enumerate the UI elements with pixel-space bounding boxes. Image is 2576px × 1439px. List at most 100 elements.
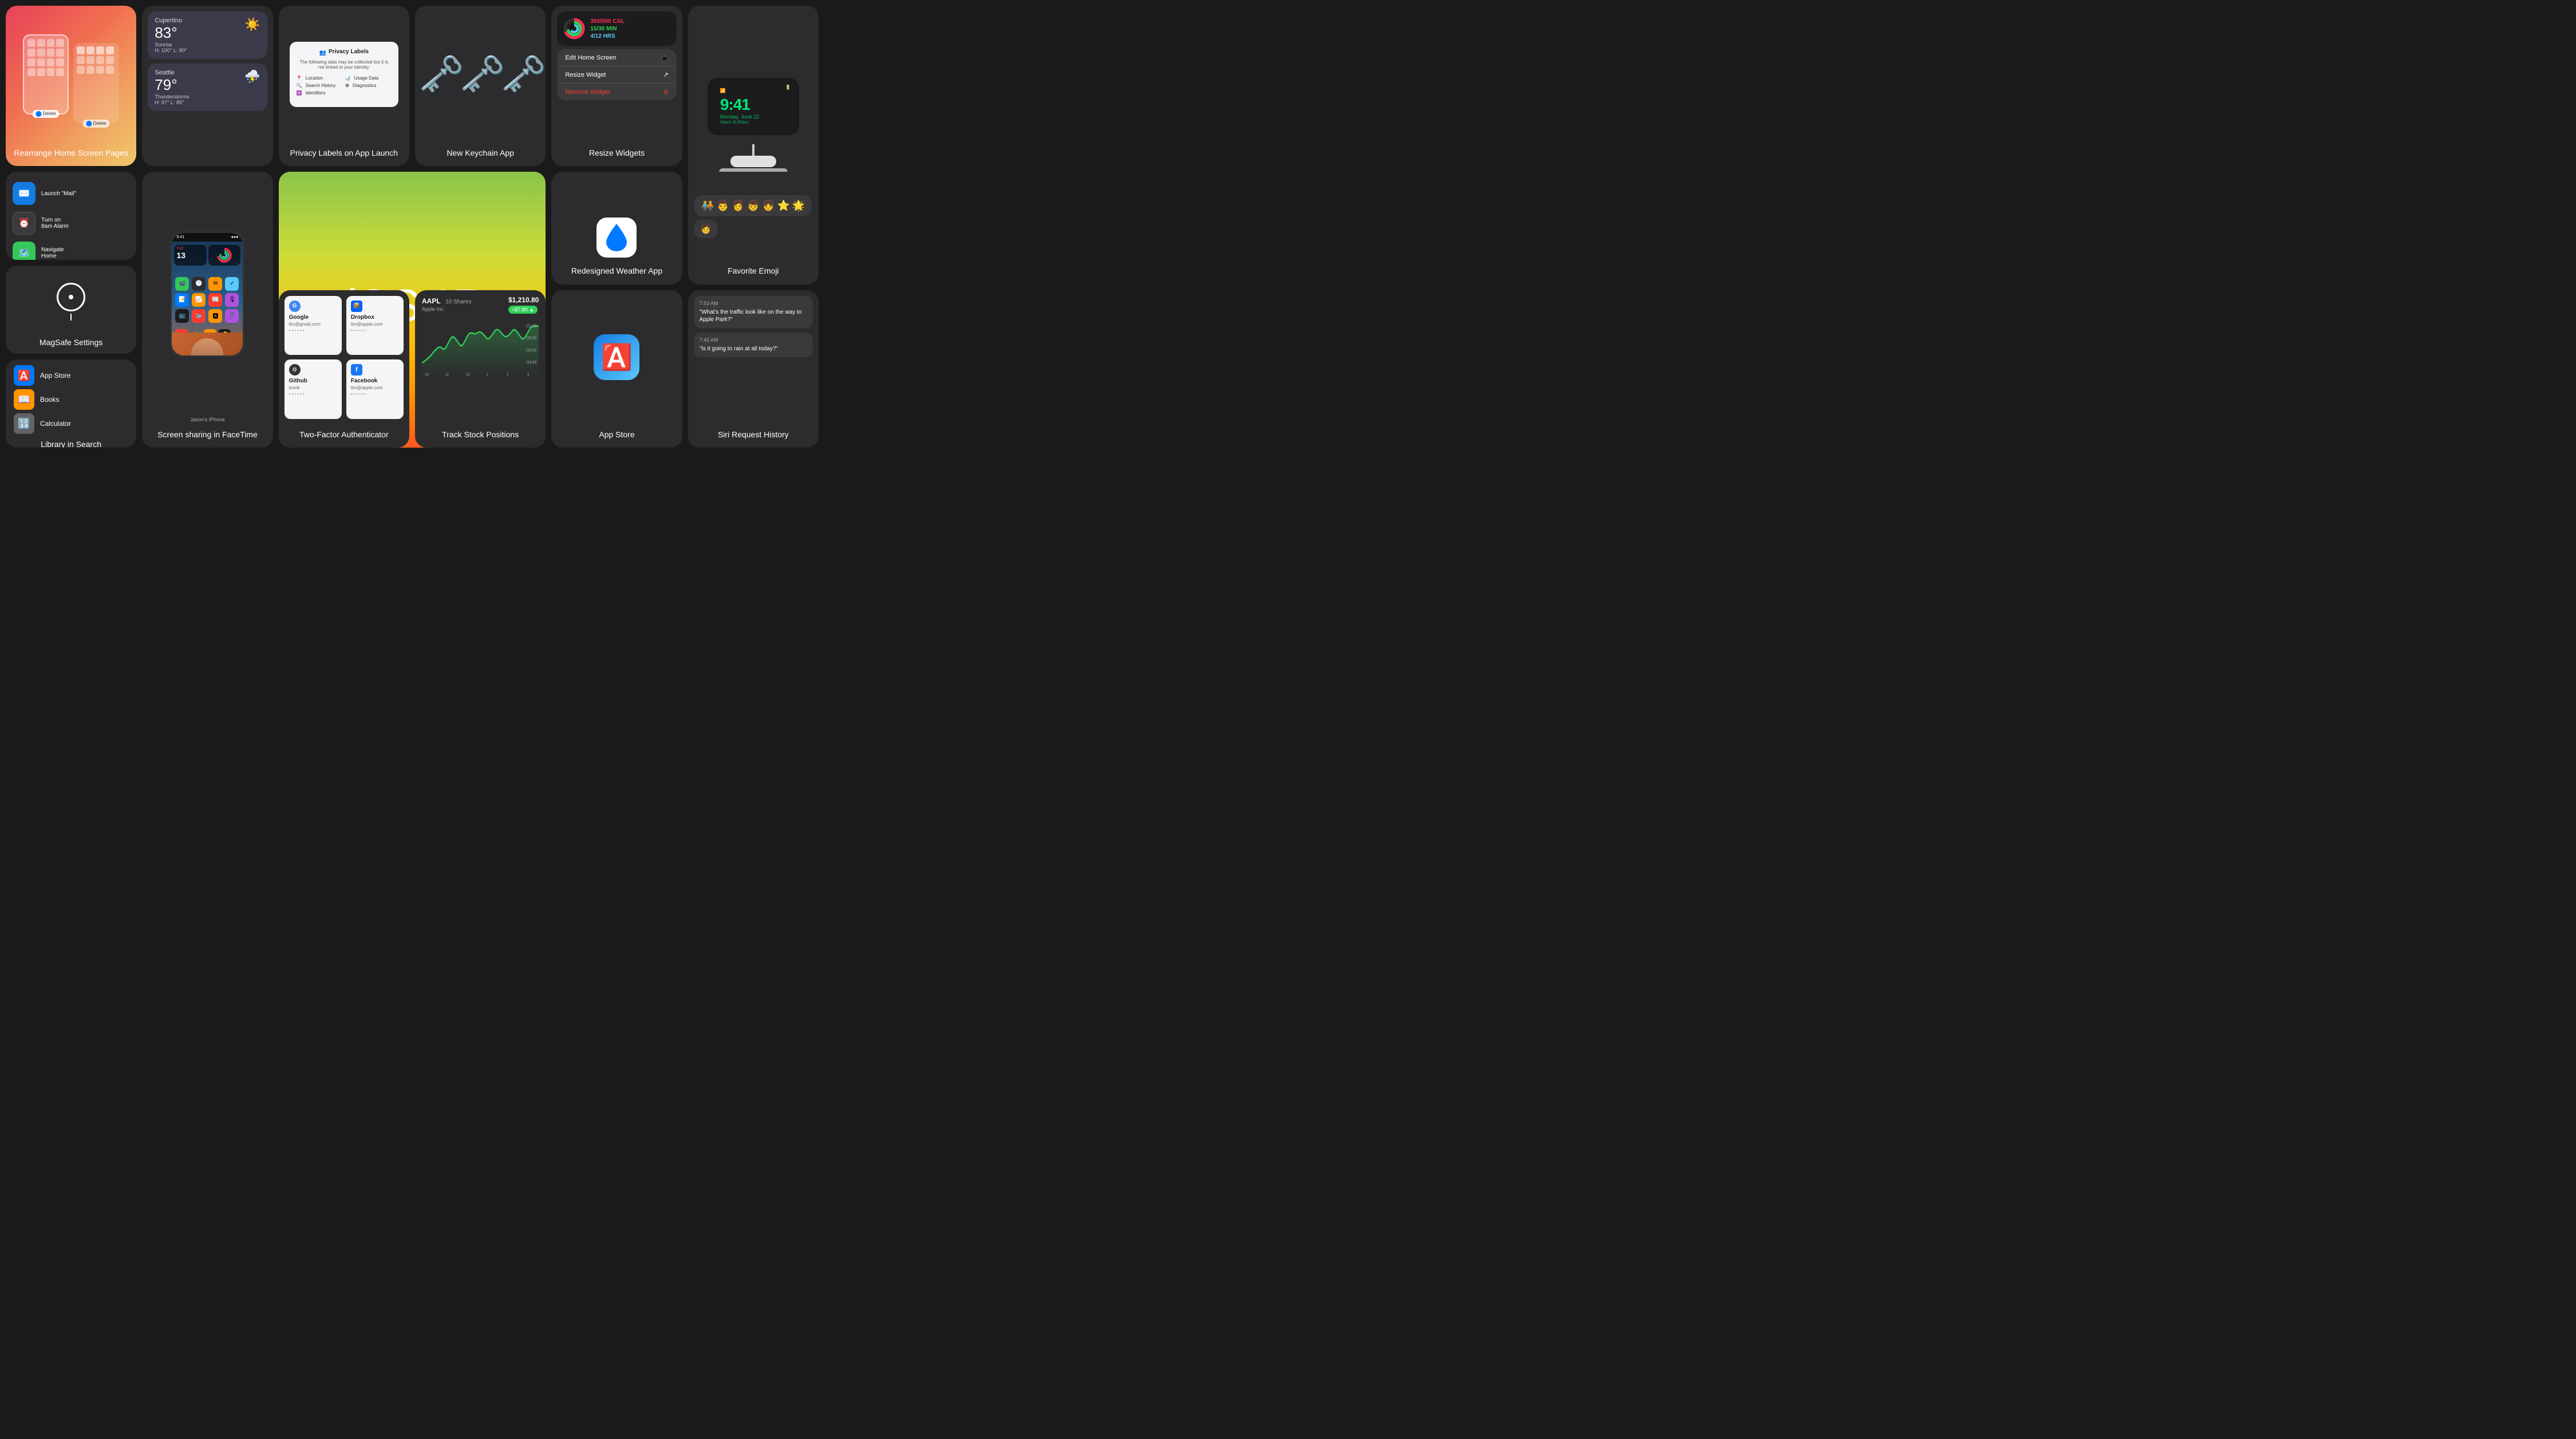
- x-label-2: 2: [507, 373, 509, 377]
- google-email: tim@gmail.com: [289, 322, 337, 327]
- auth-dropbox[interactable]: 📦 Dropbox tim@apple.com ••••••: [346, 296, 404, 355]
- watch-face: 🔋 📶 9:41 Monday, June 22 Alarm 8:00am: [710, 80, 797, 133]
- price-low: 119.49: [526, 360, 536, 365]
- delete-label-2: Delete: [93, 121, 106, 126]
- shortcut-mail[interactable]: ✉️ Launch "Mail": [13, 179, 129, 208]
- x-label-1: 1: [486, 373, 488, 377]
- app-facetime[interactable]: 📹: [175, 277, 189, 291]
- menu-edit-label: Edit Home Screen: [565, 54, 616, 61]
- emoji-row-1: 🧑‍🤝‍🧑 👨 👩 👦 👧 ⭐ 🌟: [701, 200, 805, 212]
- siri-text-1: "What's the traffic look like on the way…: [700, 309, 807, 323]
- magsafe-visual: [57, 283, 85, 321]
- card-library: 🅰️ App Store 📖 Books 🔢 Calculator Librar…: [6, 359, 136, 448]
- twofactor-grid: G Google tim@gmail.com •••••• 📦 Dropbox …: [279, 290, 409, 425]
- facetime-label: Screen sharing in FaceTime: [152, 425, 263, 440]
- phone-page-2[interactable]: Delete: [73, 43, 119, 123]
- delete-badge-1[interactable]: Delete: [33, 110, 60, 118]
- rearrange-label: Rearrange Home Screen Pages: [9, 143, 134, 158]
- auth-facebook[interactable]: f Facebook tim@apple.com ••••••: [346, 359, 404, 419]
- calendar-widget: TUE 13: [174, 245, 207, 266]
- resize-label: Resize Widgets: [583, 143, 650, 158]
- google-logo: G: [289, 301, 301, 312]
- wifi-icon: 📶: [720, 88, 726, 93]
- price-mid1: 120.55: [526, 336, 537, 341]
- main-grid: Delete Delete Rearrange Home Screen Page…: [0, 0, 824, 453]
- privacy-columns: 📍 Location 🔍 Search History 🆔 Identifier…: [297, 74, 392, 98]
- privacy-title: Privacy Labels: [329, 49, 369, 55]
- weather-widgets: Cupertino 83° ☀️ Sunrise H: 100° L: 80° …: [142, 6, 272, 158]
- iphone-status-bar: 9:41 ●●●: [172, 233, 243, 242]
- app-mail[interactable]: ✉: [208, 277, 222, 291]
- card-weather-widget: Cupertino 83° ☀️ Sunrise H: 100° L: 80° …: [142, 6, 272, 166]
- app-reminders[interactable]: ✓: [225, 277, 239, 291]
- stock-change: +$7.80 ▲: [508, 306, 538, 314]
- privacy-sheet: 👥 Privacy Labels The following data may …: [290, 42, 398, 107]
- watch-alarm: Alarm 8:00am: [720, 120, 749, 125]
- emoji-container: 🧑‍🤝‍🧑 👨 👩 👦 👧 ⭐ 🌟 🧑: [694, 195, 812, 238]
- x-label-12: 12: [466, 373, 470, 377]
- privacy-item-id: 🆔 Identifiers: [297, 90, 343, 96]
- price-high: 121.08: [526, 324, 537, 329]
- app-extra[interactable]: 🎵: [225, 309, 239, 323]
- app-podcasts[interactable]: 🎙: [225, 293, 239, 307]
- facebook-dots: ••••••: [351, 392, 399, 397]
- shortcut-maps[interactable]: 🗺️ NavigateHome: [13, 238, 129, 260]
- emoji-single: 🧑: [700, 224, 712, 234]
- iphone-screen: TUE 13 📹: [172, 242, 243, 357]
- keychain-label: New Keychain App: [441, 143, 520, 158]
- cloud-icon: ⛈️: [244, 69, 260, 84]
- phone-page-1[interactable]: Delete: [23, 34, 69, 114]
- siri-inner: 7:53 AM "What's the traffic look like on…: [688, 290, 819, 425]
- app-books[interactable]: 📚: [192, 309, 206, 323]
- github-dots: ••••••: [289, 392, 337, 397]
- app-stocks[interactable]: 📈: [192, 293, 206, 307]
- activity-stats: 350/500 CAL 15/30 MIN 4/12 HRS: [590, 18, 624, 39]
- phone-icon: 📱: [661, 54, 669, 61]
- magsafe-dot: [69, 295, 73, 299]
- city-cupertino: Cupertino: [155, 17, 182, 24]
- app-news[interactable]: 📰: [208, 293, 222, 307]
- shortcuts-inner: ✉️ Launch "Mail" ⏰ Turn on8am Alarm 🗺️: [6, 172, 136, 260]
- menu-edit-home[interactable]: Edit Home Screen 📱: [557, 49, 676, 66]
- app-clock[interactable]: 🕐: [192, 277, 206, 291]
- maps-symbol: 🗺️: [18, 247, 30, 259]
- city-seattle: Seattle: [155, 69, 177, 76]
- shortcut-alarm[interactable]: ⏰ Turn on8am Alarm: [13, 208, 129, 238]
- auth-google[interactable]: G Google tim@gmail.com ••••••: [285, 296, 342, 355]
- col1-subgrid: ✉️ Launch "Mail" ⏰ Turn on8am Alarm 🗺️: [6, 172, 136, 448]
- app-tv[interactable]: 📺: [175, 309, 189, 323]
- menu-remove[interactable]: Remove Widget ⊖: [557, 84, 676, 100]
- appstore-inner: 🅰️: [588, 290, 645, 425]
- raindrop-svg: [604, 223, 629, 252]
- app-notes[interactable]: 📝: [175, 293, 189, 307]
- library-item-appstore[interactable]: 🅰️ App Store: [14, 365, 128, 386]
- charger-puck: [730, 156, 776, 167]
- resize-inner: 350/500 CAL 15/30 MIN 4/12 HRS Edit Home…: [551, 6, 682, 143]
- x-label-11: 11: [445, 373, 449, 377]
- home-apps-grid: 📹 🕐 ✉ ✓ 📝 📈 📰 🎙 📺 📚 🅰 🎵: [172, 274, 243, 326]
- clock-symbol: ⏰: [18, 218, 30, 229]
- stock-right: $1,210.80 +$7.80 ▲: [508, 296, 539, 314]
- card-siri: 7:53 AM "What's the traffic look like on…: [688, 290, 819, 448]
- highlow-seattle: H: 97° L: 85°: [155, 100, 260, 105]
- library-item-books[interactable]: 📖 Books: [14, 389, 128, 410]
- menu-resize[interactable]: Resize Widget ↗: [557, 66, 676, 84]
- github-username: tcook: [289, 385, 337, 390]
- stock-left: AAPL 10 Shares Apple Inc.: [422, 296, 472, 312]
- delete-badge-2[interactable]: Delete: [83, 120, 110, 128]
- appstore-icon: 🅰️: [14, 365, 34, 386]
- appstore-label: App Store: [40, 371, 70, 379]
- twofactor-label: Two-Factor Authenticator: [294, 425, 394, 440]
- siri-label: Siri Request History: [712, 425, 795, 440]
- card-appstore: 🅰️ App Store: [551, 290, 682, 448]
- auth-github[interactable]: ⚙ Github tcook ••••••: [285, 359, 342, 419]
- keychain-icon: 🗝️🗝️🗝️: [419, 53, 542, 96]
- library-item-calculator[interactable]: 🔢 Calculator: [14, 413, 128, 434]
- github-name: Github: [289, 378, 337, 384]
- temp-seattle: 79°: [155, 76, 177, 94]
- siri-message-1: 7:53 AM "What's the traffic look like on…: [694, 296, 813, 328]
- siri-text-2: "Is it going to rain at all today?": [700, 345, 807, 353]
- facetime-overlay: [172, 333, 243, 357]
- activity-widget: 350/500 CAL 15/30 MIN 4/12 HRS: [557, 11, 676, 46]
- app-appstore[interactable]: 🅰: [208, 309, 222, 323]
